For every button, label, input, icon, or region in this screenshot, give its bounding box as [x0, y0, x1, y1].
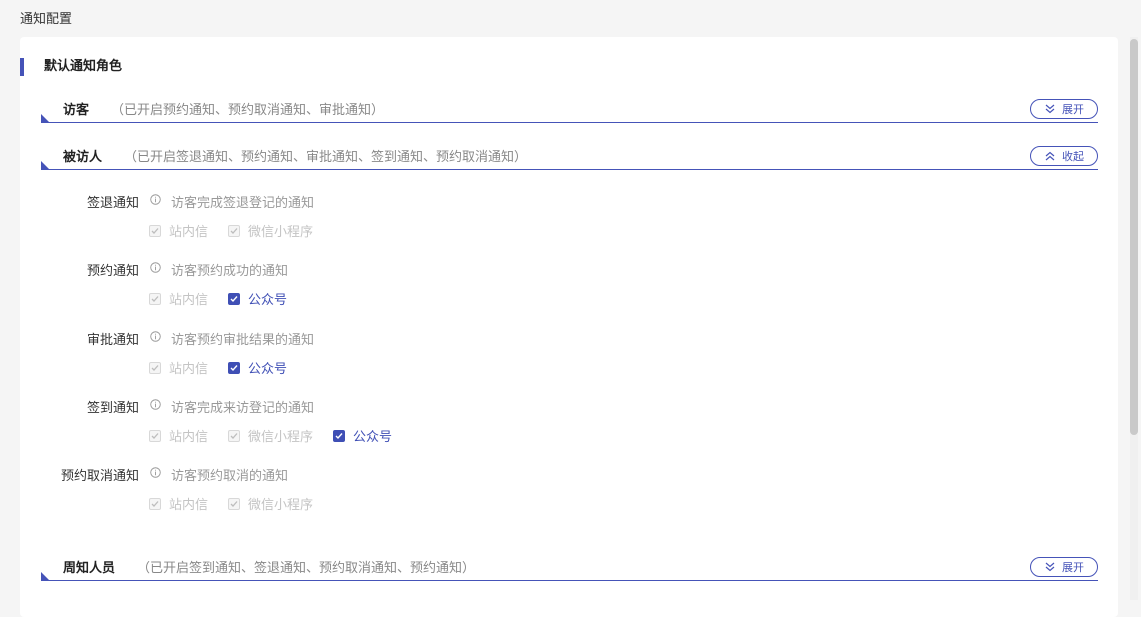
- role-name: 访客: [63, 103, 90, 118]
- notice-desc: 访客完成签退登记的通知: [171, 196, 315, 211]
- info-icon: [150, 399, 161, 410]
- checkbox[interactable]: [228, 361, 241, 374]
- channel-option[interactable]: 站内信: [149, 289, 208, 308]
- notice-desc: 访客完成来访登记的通知: [171, 401, 315, 416]
- channel-option[interactable]: 公众号: [333, 426, 392, 445]
- channel-option[interactable]: 微信小程序: [228, 221, 313, 240]
- channel-options: 站内信 公众号: [149, 358, 287, 377]
- checkbox[interactable]: [228, 497, 241, 510]
- checkbox[interactable]: [149, 429, 161, 442]
- channel-label: 站内信: [169, 498, 209, 513]
- channel-option[interactable]: 站内信: [149, 221, 208, 240]
- role-row-notified: 周知人员 （已开启签到通知、签退通知、预约取消通知、预约通知） 展开: [41, 551, 1098, 581]
- channel-label: 站内信: [169, 225, 209, 240]
- check-icon: [230, 227, 238, 234]
- checkbox[interactable]: [228, 292, 241, 305]
- checkbox[interactable]: [149, 497, 161, 510]
- channel-label: 公众号: [353, 430, 393, 445]
- channel-label: 微信小程序: [248, 430, 314, 445]
- checkbox[interactable]: [228, 429, 241, 442]
- role-desc: （已开启预约通知、预约取消通知、审批通知）: [111, 103, 385, 118]
- checkbox[interactable]: [149, 292, 161, 305]
- info-icon: [150, 331, 161, 342]
- collapse-label: 收起: [1062, 150, 1084, 163]
- channel-option[interactable]: 站内信: [149, 426, 208, 445]
- check-icon: [230, 364, 238, 371]
- channel-options: 站内信 公众号: [149, 289, 287, 308]
- check-icon: [151, 500, 159, 507]
- channel-options: 站内信 微信小程序 公众号: [149, 426, 392, 445]
- check-icon: [151, 295, 159, 302]
- chevron-double-down-icon: [1045, 104, 1055, 114]
- notice-desc: 访客预约审批结果的通知: [171, 333, 315, 348]
- page-title: 通知配置: [20, 12, 73, 27]
- channel-label: 站内信: [169, 293, 209, 308]
- section-title: 默认通知角色: [20, 58, 122, 76]
- divider: [41, 169, 1098, 170]
- checkbox[interactable]: [228, 224, 241, 237]
- notice-label: 签到通知: [86, 401, 139, 416]
- divider: [41, 580, 1098, 581]
- role-desc: （已开启签退通知、预约通知、审批通知、签到通知、预约取消通知）: [124, 150, 528, 165]
- checkbox[interactable]: [333, 429, 346, 442]
- check-icon: [151, 227, 159, 234]
- expand-button[interactable]: 展开: [1030, 99, 1098, 119]
- channel-option[interactable]: 公众号: [228, 358, 287, 377]
- info-icon: [150, 262, 161, 273]
- role-desc: （已开启签到通知、签退通知、预约取消通知、预约通知）: [137, 561, 476, 576]
- role-name: 被访人: [63, 150, 103, 165]
- channel-label: 微信小程序: [248, 225, 314, 240]
- role-row-visitor: 访客 （已开启预约通知、预约取消通知、审批通知） 展开: [41, 93, 1098, 123]
- channel-label: 站内信: [169, 430, 209, 445]
- check-icon: [151, 364, 159, 371]
- settings-card: [20, 37, 1118, 617]
- notice-label: 预约通知: [86, 264, 139, 279]
- role-row-host: 被访人 （已开启签退通知、预约通知、审批通知、签到通知、预约取消通知） 收起: [41, 140, 1098, 170]
- info-icon: [150, 194, 161, 205]
- collapse-button[interactable]: 收起: [1030, 146, 1098, 166]
- channel-label: 微信小程序: [248, 498, 314, 513]
- channel-options: 站内信 微信小程序: [149, 221, 313, 240]
- channel-option[interactable]: 站内信: [149, 358, 208, 377]
- expand-label: 展开: [1062, 561, 1084, 574]
- scrollbar[interactable]: [1130, 37, 1138, 600]
- check-icon: [335, 432, 343, 439]
- checkbox[interactable]: [149, 224, 161, 237]
- channel-option[interactable]: 微信小程序: [228, 494, 313, 513]
- notice-desc: 访客预约成功的通知: [171, 264, 289, 279]
- divider: [41, 122, 1098, 123]
- expand-button[interactable]: 展开: [1030, 557, 1098, 577]
- scrollbar-thumb[interactable]: [1130, 39, 1138, 435]
- check-icon: [151, 432, 159, 439]
- notice-desc: 访客预约取消的通知: [171, 469, 289, 484]
- chevron-double-down-icon: [1045, 562, 1055, 572]
- check-icon: [230, 432, 238, 439]
- checkbox[interactable]: [149, 361, 161, 374]
- channel-label: 站内信: [169, 362, 209, 377]
- notice-label: 预约取消通知: [60, 469, 139, 484]
- notice-label: 审批通知: [86, 333, 139, 348]
- channel-options: 站内信 微信小程序: [149, 494, 313, 513]
- channel-option[interactable]: 站内信: [149, 494, 208, 513]
- channel-option[interactable]: 公众号: [228, 289, 287, 308]
- chevron-double-up-icon: [1045, 151, 1055, 161]
- channel-label: 公众号: [248, 293, 288, 308]
- check-icon: [230, 295, 238, 302]
- expand-label: 展开: [1062, 103, 1084, 116]
- info-icon: [150, 467, 161, 478]
- notice-label: 签退通知: [86, 196, 139, 211]
- channel-label: 公众号: [248, 362, 288, 377]
- channel-option[interactable]: 微信小程序: [228, 426, 313, 445]
- role-name: 周知人员: [63, 561, 116, 576]
- check-icon: [230, 500, 238, 507]
